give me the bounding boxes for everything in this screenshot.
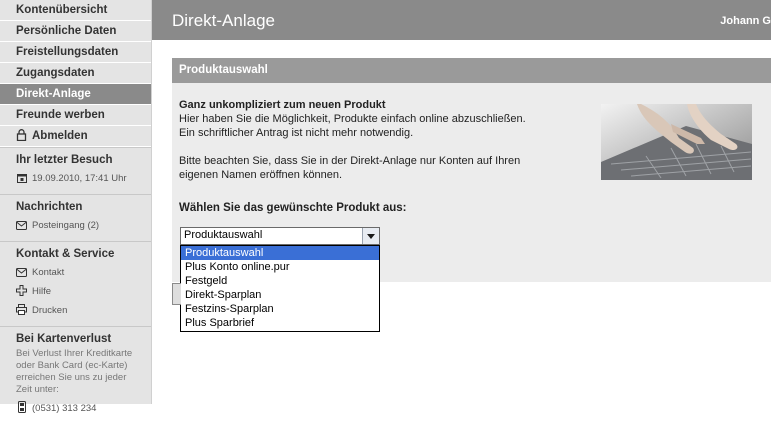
intro-text: Ganz unkompliziert zum neuen Produkt Hie…	[179, 98, 599, 182]
product-select-dropdown: Produktauswahl Plus Konto online.pur Fes…	[180, 245, 380, 332]
card-loss-phone-row: (0531) 313 234	[16, 399, 151, 418]
intro-line-2: Ein schriftlicher Antrag ist nicht mehr …	[179, 127, 414, 139]
print-label: Drucken	[32, 305, 68, 316]
last-visit-value: 19.09.2010, 17:41 Uhr	[32, 173, 127, 184]
printer-icon	[16, 301, 27, 320]
card-loss-section: Bei Kartenverlust Bei Verlust Ihrer Kred…	[0, 326, 151, 424]
product-option[interactable]: Festgeld	[181, 274, 379, 288]
last-visit-title: Ihr letzter Besuch	[16, 154, 113, 166]
last-visit-section: Ihr letzter Besuch 19.09.2010, 17:41 Uhr	[0, 147, 151, 194]
plus-cross-icon	[16, 282, 27, 301]
sidebar-item-kontenuebersicht[interactable]: Kontenübersicht	[0, 0, 151, 21]
envelope-icon	[16, 263, 27, 282]
page-title: Direkt-Anlage	[172, 11, 275, 30]
intro-heading: Ganz unkompliziert zum neuen Produkt	[179, 99, 386, 111]
sidebar-item-label: Abmelden	[32, 130, 88, 142]
messages-section: Nachrichten Posteingang (2)	[0, 194, 151, 241]
sidebar-item-abmelden[interactable]: Abmelden	[0, 126, 151, 147]
last-visit-row: 19.09.2010, 17:41 Uhr	[16, 169, 151, 188]
sidebar-item-freunde-werben[interactable]: Freunde werben	[0, 105, 151, 126]
lock-icon	[16, 126, 28, 146]
sidebar: Kontenübersicht Persönliche Daten Freist…	[0, 0, 152, 414]
contact-label: Kontakt	[32, 267, 65, 278]
sidebar-item-label: Freunde werben	[16, 109, 105, 121]
print-link[interactable]: Drucken	[16, 301, 151, 320]
card-loss-text: Bei Verlust Ihrer Kreditkarte oder Bank …	[16, 348, 133, 395]
sidebar-item-label: Freistellungsdaten	[16, 46, 119, 58]
user-name: Johann G	[720, 15, 771, 27]
envelope-icon	[16, 216, 27, 235]
help-label: Hilfe	[32, 286, 52, 297]
card-loss-phone: (0531) 313 234	[32, 403, 97, 414]
product-option[interactable]: Festzins-Sparplan	[181, 302, 379, 316]
chevron-down-icon[interactable]	[362, 228, 379, 244]
intro-line-3: Bitte beachten Sie, dass Sie in der Dire…	[179, 155, 521, 167]
sidebar-item-label: Kontenübersicht	[16, 4, 108, 16]
product-select-value: Produktauswahl	[184, 229, 263, 241]
choose-product-label: Wählen Sie das gewünschte Produkt aus:	[179, 202, 407, 214]
sidebar-item-freistellungsdaten[interactable]: Freistellungsdaten	[0, 42, 151, 63]
product-option[interactable]: Direkt-Sparplan	[181, 288, 379, 302]
product-option[interactable]: Plus Konto online.pur	[181, 260, 379, 274]
panel-title: Produktauswahl	[172, 58, 771, 83]
page-header: Direkt-Anlage Johann G	[152, 0, 771, 40]
product-option[interactable]: Plus Sparbrief	[181, 316, 379, 330]
sidebar-item-persoenliche-daten[interactable]: Persönliche Daten	[0, 21, 151, 42]
inbox-label: Posteingang (2)	[32, 220, 100, 231]
contact-link[interactable]: Kontakt	[16, 263, 151, 282]
contact-title: Kontakt & Service	[16, 248, 115, 260]
messages-title: Nachrichten	[16, 201, 83, 213]
sidebar-item-label: Persönliche Daten	[16, 25, 117, 37]
card-loss-title: Bei Kartenverlust	[16, 333, 112, 345]
sidebar-item-label: Zugangsdaten	[16, 67, 95, 79]
sidebar-item-zugangsdaten[interactable]: Zugangsdaten	[0, 63, 151, 84]
continue-button[interactable]	[172, 283, 181, 305]
sidebar-item-direkt-anlage[interactable]: Direkt-Anlage	[0, 84, 151, 105]
phone-icon	[16, 399, 27, 418]
calendar-icon	[16, 169, 27, 188]
contact-section: Kontakt & Service Kontakt Hilfe Drucken	[0, 241, 151, 326]
intro-line-4: eigenen Namen eröffnen können.	[179, 169, 343, 181]
product-option[interactable]: Produktauswahl	[181, 246, 379, 260]
help-link[interactable]: Hilfe	[16, 282, 151, 301]
product-select[interactable]: Produktauswahl	[180, 227, 380, 245]
intro-line-1: Hier haben Sie die Möglichkeit, Produkte…	[179, 113, 526, 125]
sidebar-item-label: Direkt-Anlage	[16, 88, 91, 100]
inbox-link[interactable]: Posteingang (2)	[16, 216, 151, 235]
keyboard-photo	[601, 104, 752, 180]
